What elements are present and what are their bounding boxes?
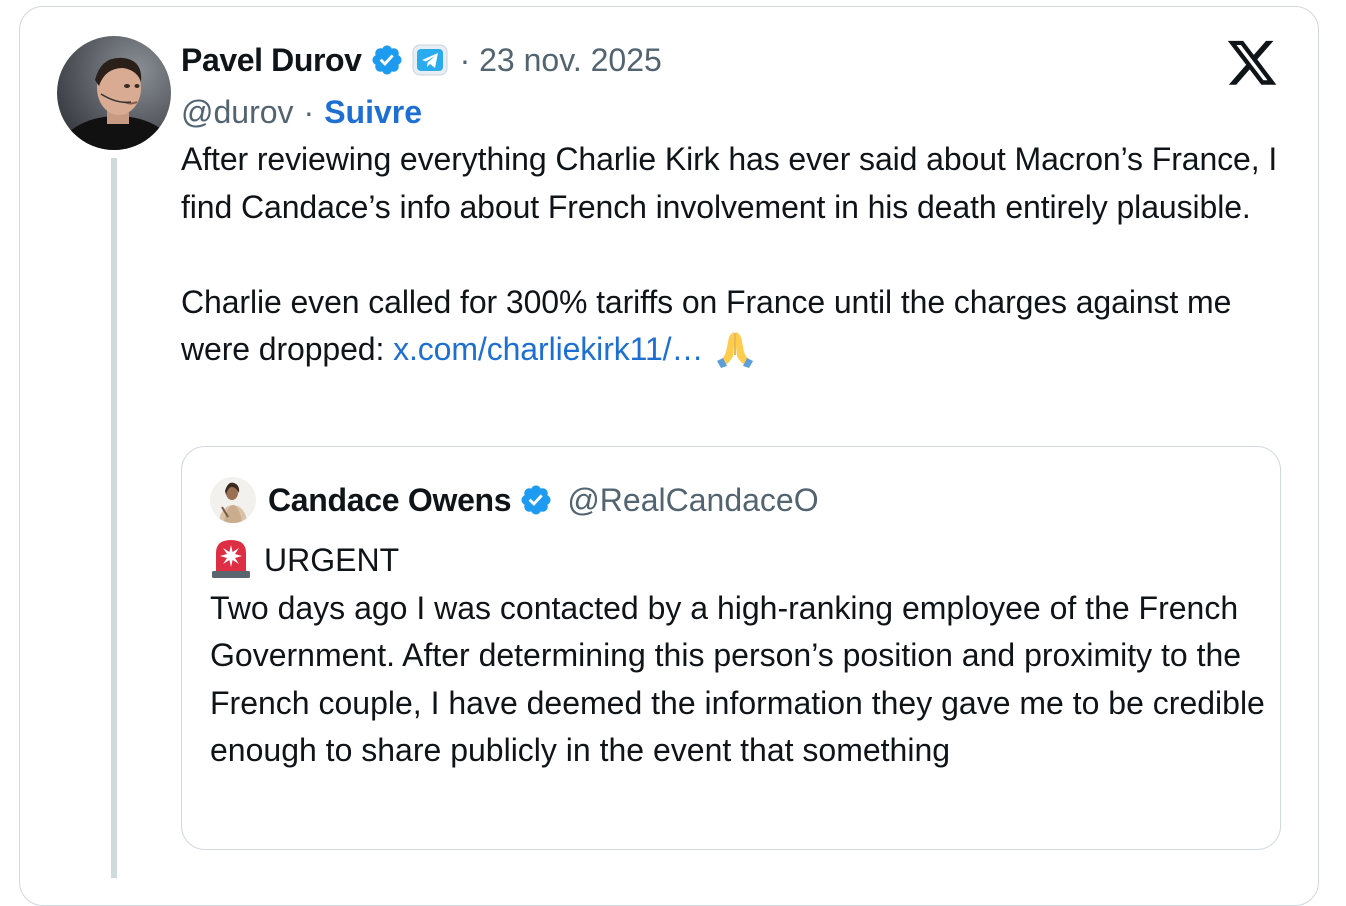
tweet-paragraph-2-text: Charlie even called for 300% tariffs on … <box>181 283 1232 368</box>
tweet-body: After reviewing everything Charlie Kirk … <box>181 136 1291 374</box>
quoted-tweet-card[interactable]: Candace Owens @RealCandaceO URGENT Two d… <box>181 446 1281 850</box>
follow-button[interactable]: Suivre <box>324 94 422 131</box>
pray-emoji-icon <box>713 328 757 368</box>
quoted-text: Two days ago I was contacted by a high-r… <box>210 589 1265 769</box>
telegram-badge-icon <box>412 42 448 78</box>
author-name[interactable]: Pavel Durov <box>181 42 362 79</box>
siren-emoji-icon <box>210 537 252 579</box>
quoted-headline: URGENT <box>210 537 1270 585</box>
author-handle[interactable]: @durov <box>181 94 294 131</box>
x-logo-icon[interactable] <box>1225 40 1279 90</box>
quoted-author-handle[interactable]: @RealCandaceO <box>567 482 818 519</box>
quoted-tweet-header: Candace Owens @RealCandaceO <box>268 477 819 523</box>
tweet-paragraph-1: After reviewing everything Charlie Kirk … <box>181 141 1278 225</box>
thread-line <box>111 158 117 878</box>
verified-badge-icon <box>370 43 404 77</box>
handle-row: @durov · Suivre <box>181 90 422 134</box>
quoted-headline-text: URGENT <box>264 542 400 578</box>
quoted-author-avatar[interactable] <box>210 477 256 523</box>
tweet-date[interactable]: · 23 nov. 2025 <box>460 42 662 79</box>
quoted-tweet-body: URGENT Two days ago I was contacted by a… <box>210 537 1270 775</box>
tweet-header: Pavel Durov · 23 nov. 2025 <box>181 38 662 82</box>
separator-dot: · <box>303 93 315 130</box>
author-avatar[interactable] <box>57 36 171 150</box>
quoted-author-name[interactable]: Candace Owens <box>268 482 512 519</box>
tweet-link[interactable]: x.com/charliekirk11/… <box>393 331 703 367</box>
quoted-verified-badge-icon <box>519 483 553 517</box>
tweet-paragraph-2: Charlie even called for 300% tariffs on … <box>181 279 1291 374</box>
